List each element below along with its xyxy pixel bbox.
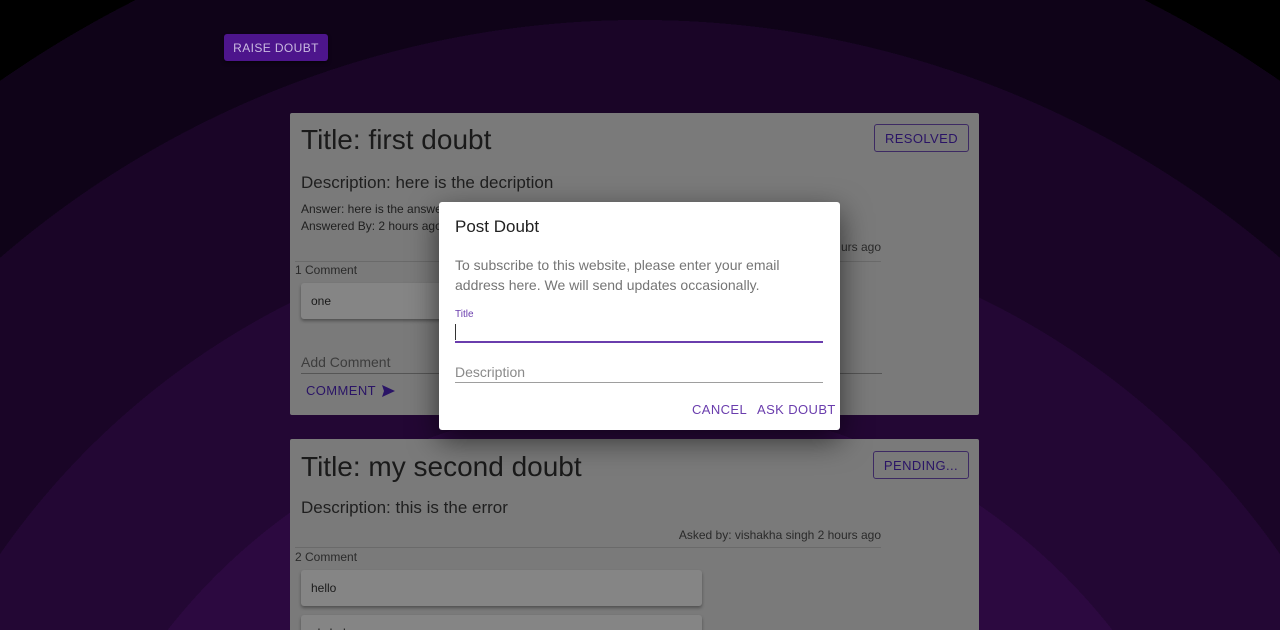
cancel-button[interactable]: CANCEL: [692, 402, 747, 417]
title-label: Title: [455, 309, 474, 320]
title-input[interactable]: Title: [455, 306, 823, 343]
text-caret: [455, 324, 456, 340]
description-input[interactable]: Description: [455, 362, 823, 383]
ask-doubt-button[interactable]: ASK DOUBT: [757, 402, 836, 417]
dialog-title: Post Doubt: [455, 217, 540, 236]
post-doubt-dialog: Post Doubt To subscribe to this website,…: [439, 202, 840, 430]
dialog-text: To subscribe to this website, please ent…: [455, 257, 780, 293]
description-placeholder: Description: [455, 364, 526, 380]
